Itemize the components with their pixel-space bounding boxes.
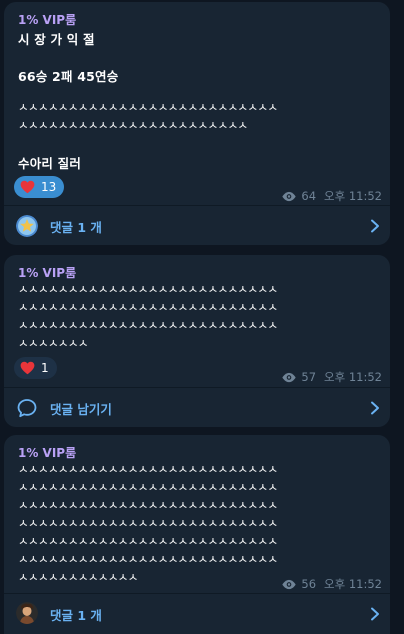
message-line: 66승 2패 45연승 <box>18 69 119 84</box>
reaction-count: 1 <box>41 361 49 375</box>
eye-icon <box>282 579 297 589</box>
chevron-right-icon <box>371 401 379 415</box>
comments-label: 댓글 1 개 <box>50 219 102 235</box>
channel-name[interactable]: 1% VIP룸 <box>18 11 76 28</box>
view-count: 64 <box>301 189 317 203</box>
message-time: 오후 11:52 <box>324 370 382 384</box>
message-meta: 64 오후 11:52 <box>281 188 382 204</box>
comments-label: 댓글 남기기 <box>50 401 112 417</box>
reaction-count: 13 <box>41 180 57 194</box>
leave-comment-button[interactable]: 댓글 남기기 <box>4 388 390 428</box>
message-line: ㅅㅅㅅㅅㅅㅅㅅㅅㅅㅅㅅㅅㅅㅅㅅㅅㅅㅅㅅㅅㅅㅅㅅㅅㅅㅅ <box>18 498 278 512</box>
chevron-right-icon <box>371 607 379 621</box>
message-line: ㅅㅅㅅㅅㅅㅅㅅㅅㅅㅅㅅㅅㅅㅅㅅㅅㅅㅅㅅㅅㅅㅅㅅㅅㅅㅅ <box>18 480 278 494</box>
heart-icon <box>20 361 35 375</box>
commenter-avatar <box>16 602 38 624</box>
message-line: ㅅㅅㅅㅅㅅㅅㅅ <box>18 336 88 350</box>
message-card[interactable]: 1% VIP룸 ㅅㅅㅅㅅㅅㅅㅅㅅㅅㅅㅅㅅㅅㅅㅅㅅㅅㅅㅅㅅㅅㅅㅅㅅㅅㅅ ㅅㅅㅅㅅㅅ… <box>4 435 390 634</box>
view-count: 56 <box>301 577 317 591</box>
message-meta: 56 오후 11:52 <box>281 576 382 592</box>
comments-label: 댓글 1 개 <box>50 607 102 623</box>
message-time: 오후 11:52 <box>324 189 382 203</box>
message-line: ㅅㅅㅅㅅㅅㅅㅅㅅㅅㅅㅅㅅㅅㅅㅅㅅㅅㅅㅅㅅㅅㅅㅅㅅㅅㅅ <box>18 282 278 296</box>
heart-reaction[interactable]: 1 <box>14 357 57 379</box>
message-line: ㅅㅅㅅㅅㅅㅅㅅㅅㅅㅅㅅㅅㅅㅅㅅㅅㅅㅅㅅㅅㅅㅅㅅㅅㅅㅅ <box>18 318 278 332</box>
message-line: ㅅㅅㅅㅅㅅㅅㅅㅅㅅㅅㅅㅅㅅㅅㅅㅅㅅㅅㅅㅅㅅㅅㅅㅅㅅㅅ <box>18 300 278 314</box>
eye-icon <box>282 191 297 201</box>
message-text: ㅅㅅㅅㅅㅅㅅㅅㅅㅅㅅㅅㅅㅅㅅㅅㅅㅅㅅㅅㅅㅅㅅㅅㅅㅅㅅ ㅅㅅㅅㅅㅅㅅㅅㅅㅅㅅㅅㅅㅅ… <box>18 98 388 134</box>
message-card[interactable]: 1% VIP룸 ㅅㅅㅅㅅㅅㅅㅅㅅㅅㅅㅅㅅㅅㅅㅅㅅㅅㅅㅅㅅㅅㅅㅅㅅㅅㅅ ㅅㅅㅅㅅㅅ… <box>4 255 390 427</box>
commenter-avatar <box>16 215 38 237</box>
comment-bubble-icon <box>17 399 37 418</box>
message-time: 오후 11:52 <box>324 577 382 591</box>
message-line: ㅅㅅㅅㅅㅅㅅㅅㅅㅅㅅㅅㅅㅅㅅㅅㅅㅅㅅㅅㅅㅅㅅㅅㅅㅅㅅ <box>18 100 278 114</box>
channel-name[interactable]: 1% VIP룸 <box>18 264 76 281</box>
heart-reaction[interactable]: 13 <box>14 176 65 198</box>
message-text: ㅅㅅㅅㅅㅅㅅㅅㅅㅅㅅㅅㅅㅅㅅㅅㅅㅅㅅㅅㅅㅅㅅㅅㅅㅅㅅ ㅅㅅㅅㅅㅅㅅㅅㅅㅅㅅㅅㅅㅅ… <box>18 460 388 586</box>
message-line: 시 장 가 익 절 <box>18 32 95 47</box>
message-card[interactable]: 1% VIP룸 시 장 가 익 절 66승 2패 45연승 ㅅㅅㅅㅅㅅㅅㅅㅅㅅㅅ… <box>4 2 390 245</box>
message-line: 수아리 질러 <box>18 156 82 171</box>
message-line: ㅅㅅㅅㅅㅅㅅㅅㅅㅅㅅㅅㅅㅅㅅㅅㅅㅅㅅㅅㅅㅅㅅㅅ <box>18 118 248 132</box>
chevron-right-icon <box>371 219 379 233</box>
comments-button[interactable]: 댓글 1 개 <box>4 206 390 246</box>
message-line: ㅅㅅㅅㅅㅅㅅㅅㅅㅅㅅㅅㅅㅅㅅㅅㅅㅅㅅㅅㅅㅅㅅㅅㅅㅅㅅ <box>18 516 278 530</box>
eye-icon <box>282 372 297 382</box>
message-line: ㅅㅅㅅㅅㅅㅅㅅㅅㅅㅅㅅㅅㅅㅅㅅㅅㅅㅅㅅㅅㅅㅅㅅㅅㅅㅅ <box>18 552 278 566</box>
comments-button[interactable]: 댓글 1 개 <box>4 594 390 634</box>
heart-icon <box>20 180 35 194</box>
message-line: ㅅㅅㅅㅅㅅㅅㅅㅅㅅㅅㅅㅅㅅㅅㅅㅅㅅㅅㅅㅅㅅㅅㅅㅅㅅㅅ <box>18 462 278 476</box>
channel-name[interactable]: 1% VIP룸 <box>18 444 76 461</box>
message-meta: 57 오후 11:52 <box>281 369 382 385</box>
message-text: ㅅㅅㅅㅅㅅㅅㅅㅅㅅㅅㅅㅅㅅㅅㅅㅅㅅㅅㅅㅅㅅㅅㅅㅅㅅㅅ ㅅㅅㅅㅅㅅㅅㅅㅅㅅㅅㅅㅅㅅ… <box>18 280 388 352</box>
view-count: 57 <box>301 370 317 384</box>
message-line: ㅅㅅㅅㅅㅅㅅㅅㅅㅅㅅㅅㅅㅅㅅㅅㅅㅅㅅㅅㅅㅅㅅㅅㅅㅅㅅ <box>18 534 278 548</box>
